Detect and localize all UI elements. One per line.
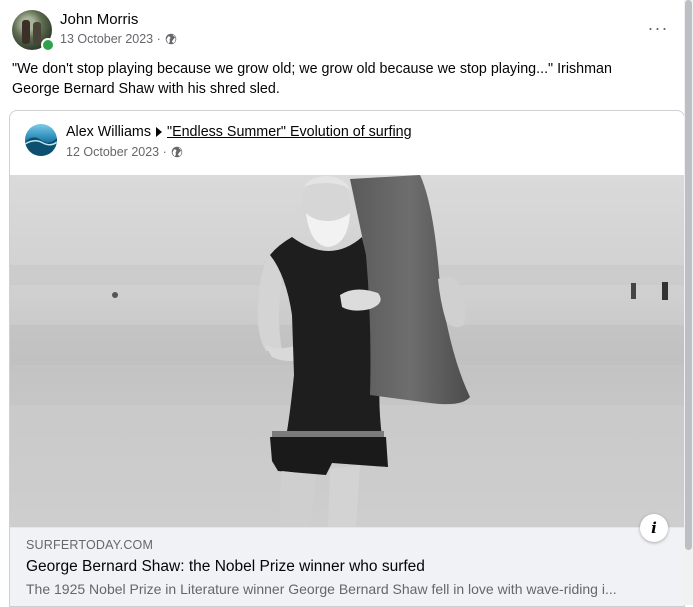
shared-author-line: Alex Williams "Endless Summer" Evolution… xyxy=(66,124,412,140)
shared-post-meta: 12 October 2023 · xyxy=(66,145,183,159)
avatar-figure xyxy=(33,22,41,44)
right-triangle-icon xyxy=(156,127,162,137)
link-domain: SURFERTODAY.COM xyxy=(26,538,154,552)
online-status-indicator xyxy=(41,38,55,52)
shared-author-name[interactable]: Alex Williams xyxy=(66,124,151,140)
wave-avatar-image xyxy=(25,137,57,156)
feed-post: John Morris 13 October 2023 · ··· "We do… xyxy=(0,0,685,607)
avatar-figure xyxy=(22,20,30,44)
more-options-icon[interactable]: ··· xyxy=(644,16,672,40)
globe-icon[interactable] xyxy=(165,33,177,45)
beach-photo-shaw-with-surfboard xyxy=(10,175,684,527)
page-scrollbar[interactable] xyxy=(684,0,693,605)
post-date[interactable]: 13 October 2023 · xyxy=(60,32,161,46)
shared-post-card[interactable]: Alex Williams "Endless Summer" Evolution… xyxy=(9,110,685,607)
post-meta: 13 October 2023 · xyxy=(60,32,177,46)
link-title[interactable]: George Bernard Shaw: the Nobel Prize win… xyxy=(26,558,425,576)
info-icon[interactable]: i xyxy=(640,514,668,542)
group-link[interactable]: "Endless Summer" Evolution of surfing xyxy=(167,124,412,140)
shared-author-avatar[interactable] xyxy=(25,124,57,156)
shared-post-header: Alex Williams "Endless Summer" Evolution… xyxy=(10,111,684,175)
shared-post-date[interactable]: 12 October 2023 · xyxy=(66,145,167,159)
author-name[interactable]: John Morris xyxy=(60,11,138,28)
globe-icon[interactable] xyxy=(171,146,183,158)
post-caption: "We don't stop playing because we grow o… xyxy=(12,61,612,97)
post-header: John Morris 13 October 2023 · ··· xyxy=(12,10,672,52)
post-photo[interactable] xyxy=(10,175,684,527)
link-preview[interactable]: SURFERTODAY.COM George Bernard Shaw: the… xyxy=(10,527,684,606)
link-description: The 1925 Nobel Prize in Literature winne… xyxy=(26,581,617,597)
scrollbar-thumb[interactable] xyxy=(685,0,692,550)
